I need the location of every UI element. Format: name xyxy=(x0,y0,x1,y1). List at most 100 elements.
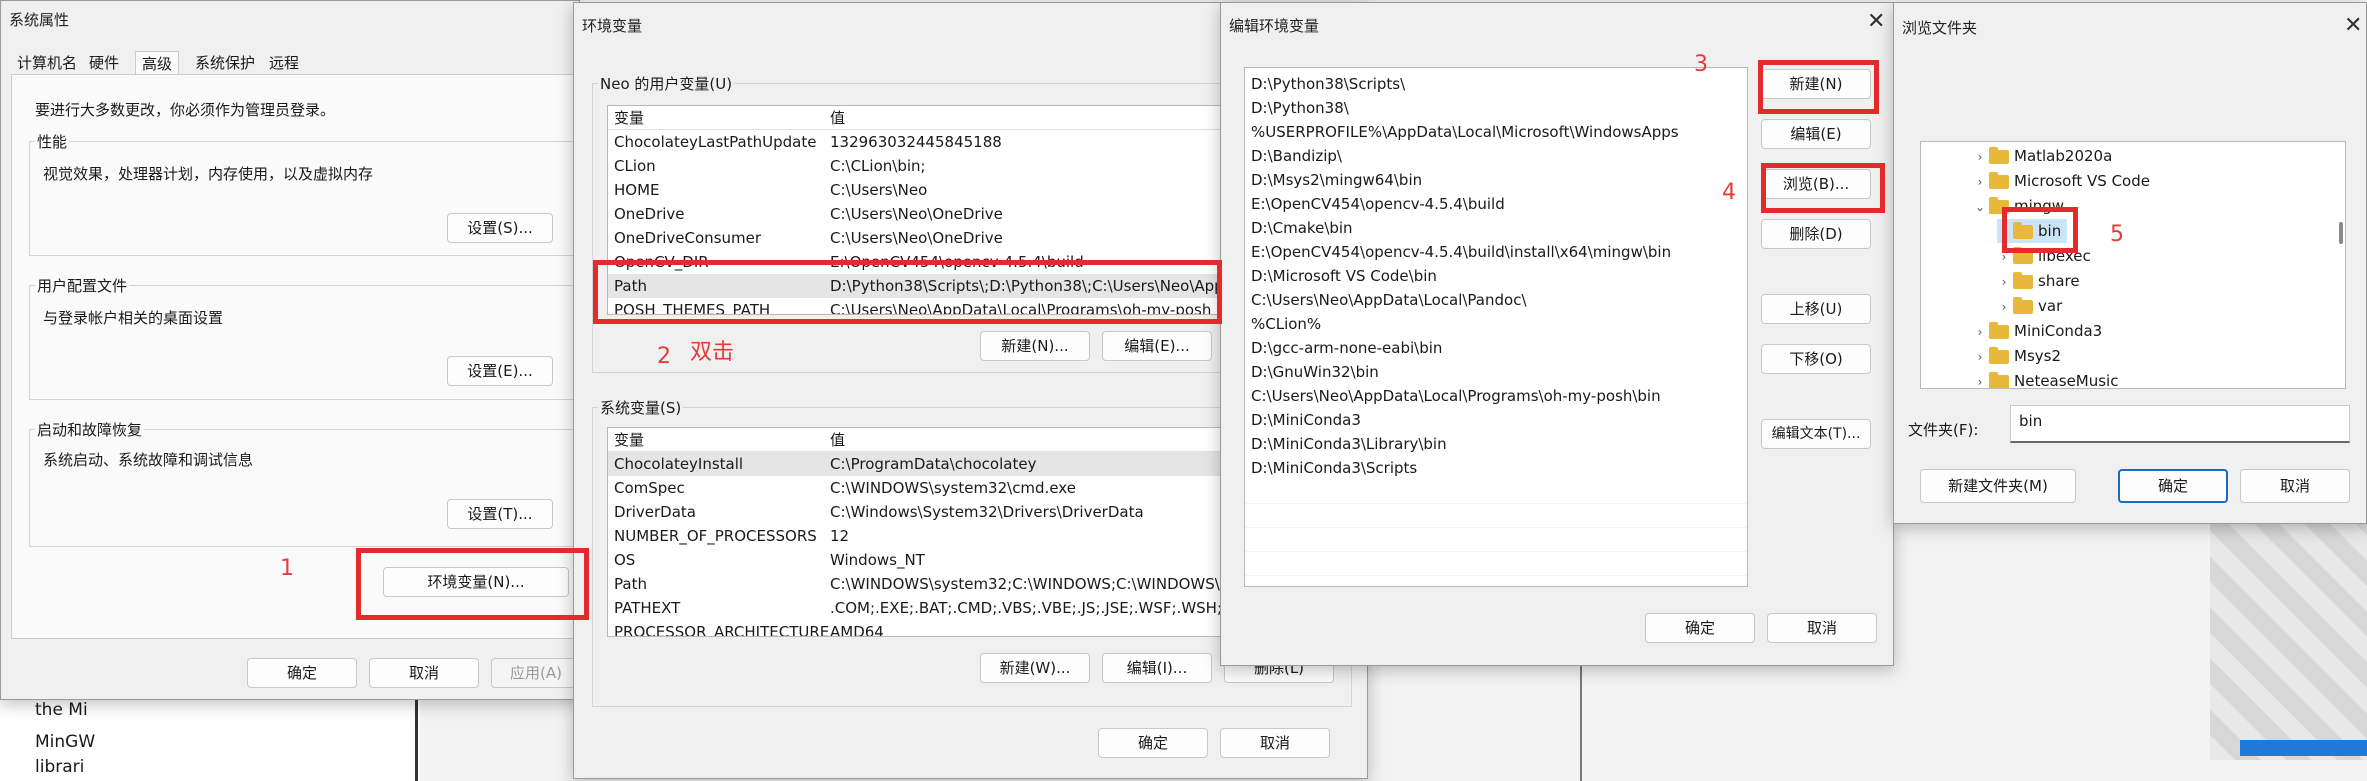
annotation-double-click: 双击 xyxy=(690,340,735,365)
user-variables-label: Neo 的用户变量(U) xyxy=(598,73,735,94)
new-folder-button[interactable]: 新建文件夹(M) xyxy=(1920,469,2076,503)
path-list[interactable]: D:\Python38\Scripts\ D:\Python38\ %USERP… xyxy=(1244,67,1748,587)
cancel-button[interactable]: 取消 xyxy=(369,658,479,688)
chevron-right-icon[interactable]: › xyxy=(1997,270,2011,294)
ok-button[interactable]: 确定 xyxy=(1098,728,1208,758)
tab-computer-name[interactable]: 计算机名 xyxy=(11,51,83,75)
folder-icon xyxy=(1989,346,2009,364)
background-blue-bar xyxy=(2240,740,2367,756)
tree-item[interactable]: › share xyxy=(1997,269,2080,293)
list-item[interactable]: D:\Msys2\mingw64\bin xyxy=(1245,168,1747,192)
move-up-button[interactable]: 上移(U) xyxy=(1761,294,1871,324)
new-button[interactable]: 新建(N) xyxy=(1761,69,1871,99)
annotation-number-3: 3 xyxy=(1694,52,1708,77)
list-item[interactable]: %CLion% xyxy=(1245,312,1747,336)
list-item[interactable]: D:\MiniConda3\Library\bin xyxy=(1245,432,1747,456)
user-profiles-settings-button[interactable]: 设置(E)... xyxy=(447,356,553,386)
folder-name-input[interactable]: bin xyxy=(2010,405,2350,443)
list-item[interactable]: D:\MiniConda3\Scripts xyxy=(1245,456,1747,480)
cancel-button[interactable]: 取消 xyxy=(1220,728,1330,758)
ok-button[interactable]: 确定 xyxy=(2118,469,2228,503)
delete-button[interactable]: 删除(D) xyxy=(1761,219,1871,249)
list-item[interactable]: D:\Cmake\bin xyxy=(1245,216,1747,240)
column-header-variable[interactable]: 变量 xyxy=(614,428,644,452)
tree-item[interactable]: ⌄ mingw xyxy=(1973,194,2064,218)
performance-settings-button[interactable]: 设置(S)... xyxy=(447,213,553,243)
scrollbar[interactable] xyxy=(2339,222,2343,244)
column-header-variable[interactable]: 变量 xyxy=(614,106,644,130)
background-blurred-image xyxy=(2210,520,2367,760)
move-down-button[interactable]: 下移(O) xyxy=(1761,344,1871,374)
dialog-title: 系统属性 xyxy=(9,11,70,29)
folder-tree[interactable]: › Matlab2020a › Microsoft VS Code ⌄ mingw b… xyxy=(1920,141,2346,389)
chevron-right-icon[interactable]: › xyxy=(1973,320,1987,344)
close-icon[interactable]: ✕ xyxy=(2344,15,2362,37)
chevron-down-icon[interactable]: ⌄ xyxy=(1973,195,1987,219)
browse-folder-dialog: 浏览文件夹 ✕ › Matlab2020a › Microsoft VS Code … xyxy=(1893,2,2367,524)
system-variables-label: 系统变量(S) xyxy=(598,397,684,418)
annotation-number-5: 5 xyxy=(2110,222,2124,247)
edit-button[interactable]: 编辑(E) xyxy=(1761,119,1871,149)
list-item[interactable]: D:\Bandizip\ xyxy=(1245,144,1747,168)
folder-label: 文件夹(F): xyxy=(1908,421,1979,439)
tab-system-protection[interactable]: 系统保护 xyxy=(189,51,261,75)
cancel-button[interactable]: 取消 xyxy=(1767,613,1877,643)
list-item[interactable]: D:\Python38\ xyxy=(1245,96,1747,120)
annotation-number-2: 2 xyxy=(657,344,671,369)
list-item[interactable]: C:\Users\Neo\AppData\Local\Programs\oh-m… xyxy=(1245,384,1747,408)
tree-item[interactable]: › NeteaseMusic xyxy=(1973,369,2118,388)
system-properties-dialog: 系统属性 计算机名 硬件 高级 系统保护 远程 要进行大多数更改，你必须作为管理… xyxy=(0,0,581,700)
tree-item[interactable]: › Msys2 xyxy=(1973,344,2061,368)
tree-item[interactable]: › var xyxy=(1997,294,2062,318)
list-item[interactable]: E:\OpenCV454\opencv-4.5.4\build\install\… xyxy=(1245,240,1747,264)
system-new-button[interactable]: 新建(W)... xyxy=(980,653,1090,683)
startup-settings-button[interactable]: 设置(T)... xyxy=(447,499,553,529)
tree-item[interactable]: › MiniConda3 xyxy=(1973,319,2102,343)
apply-button[interactable]: 应用(A) xyxy=(491,658,581,688)
list-item[interactable]: D:\Python38\Scripts\ xyxy=(1245,72,1747,96)
performance-desc: 视觉效果，处理器计划，内存使用，以及虚拟内存 xyxy=(43,165,374,183)
list-item[interactable]: D:\MiniConda3 xyxy=(1245,408,1747,432)
chevron-right-icon[interactable]: › xyxy=(1973,370,1987,388)
list-item[interactable]: E:\OpenCV454\opencv-4.5.4\build xyxy=(1245,192,1747,216)
tab-advanced[interactable]: 高级 xyxy=(135,51,180,75)
chevron-right-icon[interactable]: › xyxy=(1973,170,1987,194)
folder-icon xyxy=(1989,146,2009,164)
edit-text-button[interactable]: 编辑文本(T)... xyxy=(1761,419,1871,449)
list-item[interactable]: D:\Microsoft VS Code\bin xyxy=(1245,264,1747,288)
tab-hardware[interactable]: 硬件 xyxy=(83,51,125,75)
ok-button[interactable]: 确定 xyxy=(1645,613,1755,643)
dialog-title: 环境变量 xyxy=(582,17,643,35)
environment-variables-button[interactable]: 环境变量(N)... xyxy=(383,567,569,597)
chevron-right-icon[interactable]: › xyxy=(1973,145,1987,169)
tree-item[interactable]: › libexec xyxy=(1997,244,2091,268)
chevron-right-icon[interactable]: › xyxy=(1997,245,2011,269)
tree-item-selected[interactable]: bin xyxy=(1997,219,2068,243)
list-item[interactable]: D:\gcc-arm-none-eabi\bin xyxy=(1245,336,1747,360)
browse-button[interactable]: 浏览(B)... xyxy=(1761,169,1871,199)
user-profiles-desc: 与登录帐户相关的桌面设置 xyxy=(43,309,224,327)
list-item[interactable]: D:\GnuWin32\bin xyxy=(1245,360,1747,384)
column-header-value[interactable]: 值 xyxy=(830,106,845,130)
chevron-right-icon[interactable]: › xyxy=(1973,345,1987,369)
column-header-value[interactable]: 值 xyxy=(830,428,845,452)
startup-recovery-label: 启动和故障恢复 xyxy=(35,419,145,440)
background-divider xyxy=(415,690,418,781)
close-icon[interactable]: ✕ xyxy=(1867,11,1885,33)
annotation-number-4: 4 xyxy=(1722,180,1736,205)
dialog-title: 浏览文件夹 xyxy=(1902,19,1978,37)
ok-button[interactable]: 确定 xyxy=(247,658,357,688)
user-new-button[interactable]: 新建(N)... xyxy=(980,331,1090,361)
folder-icon xyxy=(2013,246,2033,264)
tree-item[interactable]: › Matlab2020a xyxy=(1973,144,2112,168)
tab-remote[interactable]: 远程 xyxy=(263,51,305,75)
list-item[interactable]: C:\Users\Neo\AppData\Local\Pandoc\ xyxy=(1245,288,1747,312)
cancel-button[interactable]: 取消 xyxy=(2240,469,2350,503)
list-item[interactable]: %USERPROFILE%\AppData\Local\Microsoft\Wi… xyxy=(1245,120,1747,144)
folder-icon xyxy=(2013,296,2033,314)
empty-row xyxy=(1245,480,1747,504)
system-edit-button[interactable]: 编辑(I)... xyxy=(1102,653,1212,683)
user-edit-button[interactable]: 编辑(E)... xyxy=(1102,331,1212,361)
tree-item[interactable]: › Microsoft VS Code xyxy=(1973,169,2150,193)
chevron-right-icon[interactable]: › xyxy=(1997,295,2011,319)
